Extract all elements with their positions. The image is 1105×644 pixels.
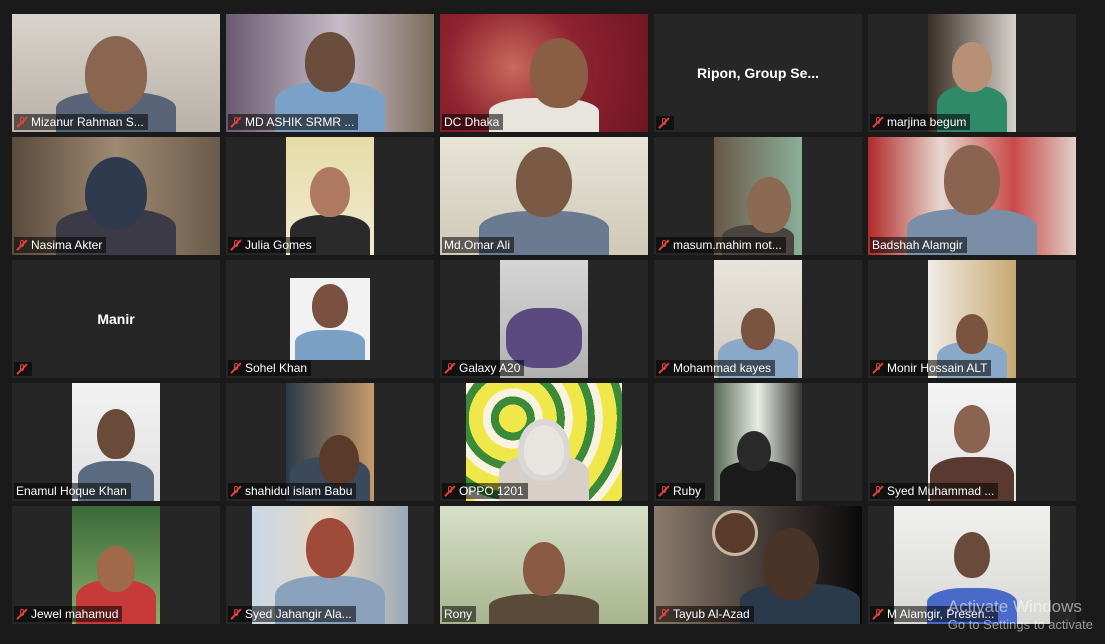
participant-tile[interactable]: masum.mahim not...	[654, 137, 862, 255]
participant-name-label: marjina begum	[870, 114, 971, 130]
watermark-title: Activate Windows	[947, 597, 1082, 616]
participant-tile[interactable]: Nasima Akter	[12, 137, 220, 255]
muted-mic-icon	[16, 239, 28, 251]
participant-name-label: masum.mahim not...	[656, 237, 786, 253]
participant-name-label: Sohel Khan	[228, 360, 312, 376]
participant-name-label: Badshah Alamgir	[870, 237, 967, 253]
muted-mic-icon	[16, 363, 28, 375]
participant-name-label: Rony	[442, 606, 477, 622]
participant-tile[interactable]: Galaxy A20	[440, 260, 648, 378]
participant-name-label: Nasima Akter	[14, 237, 107, 253]
participant-tile[interactable]: Ruby	[654, 383, 862, 501]
participant-name-label: Jewel mahamud	[14, 606, 123, 622]
muted-mic-icon	[872, 116, 884, 128]
participant-tile[interactable]: Sohel Khan	[226, 260, 434, 378]
participant-name-label: Mizanur Rahman S...	[14, 114, 148, 130]
participant-name-label: Syed Jahangir Ala...	[228, 606, 356, 622]
participant-tile[interactable]: Badshah Alamgir	[868, 137, 1076, 255]
muted-mic-icon	[444, 362, 456, 374]
windows-activation-watermark: Activate Windows Go to Settings to activ…	[948, 597, 1093, 632]
participant-name-label: Tayub Al-Azad	[656, 606, 754, 622]
participant-name-label: Syed Muhammad ...	[870, 483, 999, 499]
participant-tile[interactable]: Syed Muhammad ...	[868, 383, 1076, 501]
participant-name-label: Julia Gomes	[228, 237, 316, 253]
muted-mic-icon	[230, 239, 242, 251]
muted-mic-icon	[230, 608, 242, 620]
participant-tile[interactable]: shahidul islam Babu	[226, 383, 434, 501]
watermark-subtitle: Go to Settings to activate	[947, 617, 1093, 632]
participant-tile[interactable]: Jewel mahamud	[12, 506, 220, 624]
participant-tile[interactable]: Rony	[440, 506, 648, 624]
participant-tile[interactable]: Md.Omar Ali	[440, 137, 648, 255]
participant-tile[interactable]: MD ASHIK SRMR ...	[226, 14, 434, 132]
participant-name-label	[14, 362, 32, 376]
participant-name-label: OPPO 1201	[442, 483, 528, 499]
muted-mic-icon	[230, 485, 242, 497]
participant-video	[290, 278, 370, 360]
participant-tile[interactable]: Enamul Hoque Khan	[12, 383, 220, 501]
muted-mic-icon	[16, 116, 28, 128]
participant-tile[interactable]: Syed Jahangir Ala...	[226, 506, 434, 624]
participant-tile[interactable]: Julia Gomes	[226, 137, 434, 255]
participant-tile[interactable]: marjina begum	[868, 14, 1076, 132]
muted-mic-icon	[658, 362, 670, 374]
muted-mic-icon	[872, 485, 884, 497]
muted-mic-icon	[230, 116, 242, 128]
muted-mic-icon	[872, 608, 884, 620]
muted-mic-icon	[658, 239, 670, 251]
participant-name-label	[656, 116, 674, 130]
participant-name-label: MD ASHIK SRMR ...	[228, 114, 359, 130]
participant-name-label: DC Dhaka	[442, 114, 504, 130]
muted-mic-icon	[16, 608, 28, 620]
participant-name-label: Monir Hossain ALT	[870, 360, 992, 376]
muted-mic-icon	[658, 117, 670, 129]
participant-display-name: Ripon, Group Se...	[696, 65, 820, 81]
participant-tile[interactable]: Mizanur Rahman S...	[12, 14, 220, 132]
muted-mic-icon	[658, 608, 670, 620]
participant-name-label: Mohammad kayes	[656, 360, 776, 376]
participant-tile[interactable]: Monir Hossain ALT	[868, 260, 1076, 378]
participant-name-label: Md.Omar Ali	[442, 237, 515, 253]
participant-name-label: Galaxy A20	[442, 360, 525, 376]
participant-gallery: Mizanur Rahman S... MD ASHIK SRMR ... DC…	[12, 14, 1076, 624]
participant-name-label: Enamul Hoque Khan	[14, 483, 131, 499]
participant-video	[714, 383, 802, 501]
participant-tile[interactable]: Ripon, Group Se...	[654, 14, 862, 132]
muted-mic-icon	[872, 362, 884, 374]
participant-tile[interactable]: OPPO 1201	[440, 383, 648, 501]
participant-name-label: shahidul islam Babu	[228, 483, 357, 499]
participant-name-label: Ruby	[656, 483, 706, 499]
muted-mic-icon	[444, 485, 456, 497]
participant-tile[interactable]: Tayub Al-Azad	[654, 506, 862, 624]
participant-display-name: Manir	[97, 311, 135, 327]
muted-mic-icon	[230, 362, 242, 374]
participant-tile[interactable]: Manir	[12, 260, 220, 378]
participant-tile[interactable]: Mohammad kayes	[654, 260, 862, 378]
participant-tile-active-speaker[interactable]: DC Dhaka	[440, 14, 648, 132]
muted-mic-icon	[658, 485, 670, 497]
